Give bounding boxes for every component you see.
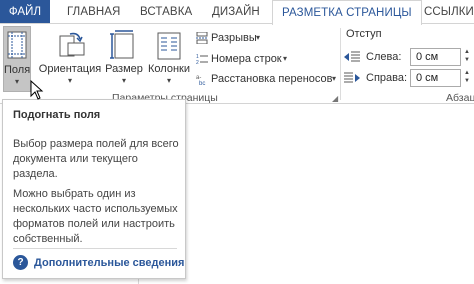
tab-file[interactable]: ФАЙЛ [0, 0, 50, 24]
chevron-down-icon: ▾ [256, 33, 261, 42]
margins-label: Поля [4, 64, 31, 76]
orientation-button[interactable]: Ориентация ▾ [38, 26, 102, 92]
tooltip-divider [13, 248, 177, 249]
breaks-icon [196, 32, 208, 44]
indent-right-input[interactable]: 0 см [410, 69, 461, 87]
chevron-down-icon: ▾ [283, 54, 288, 63]
indent-left-icon [344, 51, 360, 62]
breaks-button[interactable]: Разрывы ▾ [196, 29, 286, 47]
chevron-down-icon: ▾ [332, 74, 337, 83]
chevron-down-icon: ▾ [166, 76, 171, 85]
ribbon-panel: Поля ▾ Ориентация ▾ Размер ▾ Колонки ▾ Р… [0, 24, 474, 104]
indent-right-label: Справа: [366, 72, 408, 84]
mouse-cursor-icon [30, 80, 44, 100]
more-info-label: Дополнительные сведения [34, 257, 185, 269]
paragraph-group-label: Абзац [446, 92, 474, 104]
margins-tooltip: Подогнать поля Выбор размера полей для в… [2, 99, 186, 279]
indent-right-spinner[interactable]: ▲ ▼ [461, 69, 473, 87]
columns-button[interactable]: Колонки ▾ [146, 26, 192, 92]
ribbon-tabs: ФАЙЛ ГЛАВНАЯ ВСТАВКА ДИЗАЙН РАЗМЕТКА СТР… [0, 0, 474, 25]
fields-icon [7, 31, 27, 59]
hyphenation-button[interactable]: a- bc Расстановка переносов ▾ [196, 70, 342, 88]
size-icon [110, 30, 134, 59]
tab-home[interactable]: ГЛАВНАЯ [67, 0, 120, 24]
hyphenation-icon: a- bc [196, 75, 205, 85]
group-separator [340, 28, 341, 100]
columns-icon [157, 32, 181, 60]
tab-insert[interactable]: ВСТАВКА [140, 0, 192, 24]
line-numbers-icon: 1 2 [196, 54, 208, 65]
indent-left-row: Слева: [344, 48, 408, 66]
line-numbers-label: Номера строк [211, 53, 282, 65]
chevron-down-icon: ▾ [14, 77, 19, 86]
tab-references[interactable]: ССЫЛКИ [424, 0, 474, 24]
tab-design[interactable]: ДИЗАЙН [212, 0, 260, 24]
tooltip-description: Выбор размера полей для всего документа … [13, 138, 179, 180]
margins-button[interactable]: Поля ▾ [3, 26, 31, 92]
orientation-label: Ориентация [38, 63, 102, 75]
breaks-label: Разрывы [211, 32, 257, 44]
indent-left-label: Слева: [366, 51, 402, 63]
tooltip-title: Подогнать поля [13, 109, 101, 121]
orientation-icon [59, 32, 85, 57]
tooltip-hint: Можно выбрать один из нескольких часто и… [13, 188, 178, 245]
size-button[interactable]: Размер ▾ [104, 26, 144, 92]
help-icon: ? [13, 255, 28, 270]
dialog-launcher-icon[interactable]: ◢ [332, 94, 338, 103]
columns-label: Колонки [148, 63, 190, 75]
chevron-down-icon: ▾ [121, 76, 126, 85]
size-label: Размер [105, 63, 143, 75]
line-numbers-button[interactable]: 1 2 Номера строк ▾ [196, 50, 296, 68]
indent-title: Отступ [346, 28, 382, 40]
chevron-down-icon: ▾ [67, 76, 72, 85]
indent-left-spinner[interactable]: ▲ ▼ [461, 48, 473, 66]
indent-right-row: Справа: [344, 69, 408, 87]
indent-right-icon [344, 72, 360, 83]
indent-left-input[interactable]: 0 см [410, 48, 461, 66]
tab-page-layout[interactable]: РАЗМЕТКА СТРАНИЦЫ [272, 0, 422, 25]
svg-text:bc: bc [199, 81, 205, 85]
svg-text:2: 2 [196, 60, 199, 65]
hyphenation-label: Расстановка переносов [211, 73, 333, 85]
